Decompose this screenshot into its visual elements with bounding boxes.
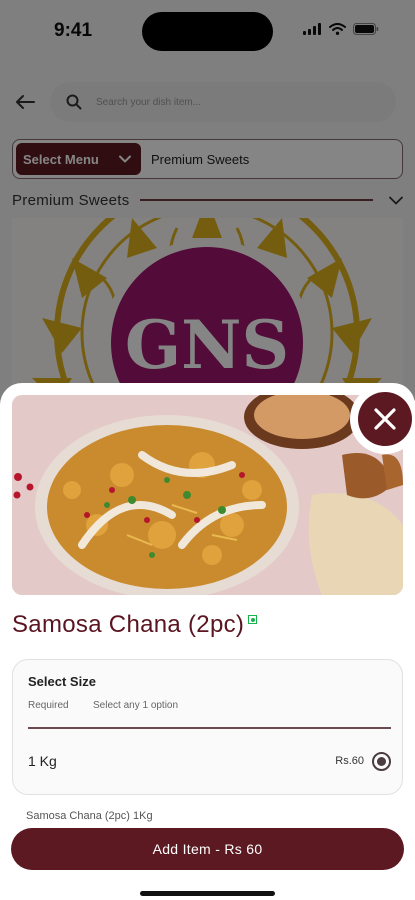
dish-name: Samosa Chana (2pc) bbox=[12, 611, 245, 638]
selection-summary: Samosa Chana (2pc) 1Kg bbox=[26, 810, 153, 822]
item-bottom-sheet: Samosa Chana (2pc) Select Size Required … bbox=[0, 383, 415, 900]
select-size-title: Select Size bbox=[28, 674, 96, 689]
required-label: Required bbox=[28, 700, 69, 711]
add-item-button[interactable]: Add Item - Rs 60 bbox=[11, 828, 404, 870]
close-button[interactable] bbox=[358, 392, 412, 446]
size-option-label: 1 Kg bbox=[28, 753, 57, 769]
dish-title-row: Samosa Chana (2pc) bbox=[12, 611, 258, 639]
size-option-price: Rs.60 bbox=[335, 755, 364, 767]
select-size-hint: Select any 1 option bbox=[93, 700, 179, 711]
size-option[interactable]: 1 Kg Rs.60 bbox=[28, 748, 391, 774]
home-indicator bbox=[140, 891, 275, 896]
size-divider bbox=[28, 727, 391, 729]
select-size-card: Select Size Required Select any 1 option… bbox=[12, 659, 403, 795]
radio-selected-dot bbox=[377, 756, 386, 766]
close-button-ring bbox=[350, 384, 415, 454]
size-radio[interactable] bbox=[372, 751, 391, 771]
veg-icon bbox=[248, 615, 258, 624]
dish-image bbox=[12, 395, 403, 595]
close-icon bbox=[374, 408, 396, 430]
